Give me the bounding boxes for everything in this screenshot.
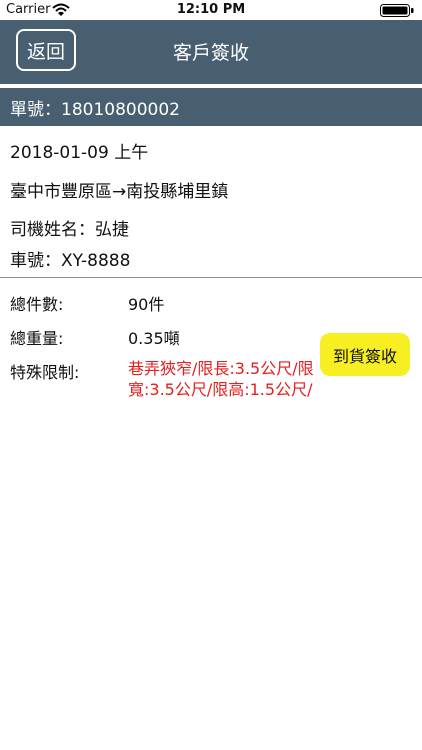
total-weight-value: 0.35噸 xyxy=(128,329,180,348)
status-time: 12:10 PM xyxy=(176,2,246,17)
battery-icon xyxy=(380,4,414,17)
back-button[interactable]: 返回 xyxy=(16,29,76,71)
vehicle-number: 車號：XY-8888 xyxy=(10,251,131,271)
restriction-label: 特殊限制: xyxy=(10,363,80,382)
arrival-sign-button[interactable]: 到貨簽收 xyxy=(320,333,410,376)
status-bar: Carrier 12:10 PM xyxy=(0,0,422,20)
restriction-value: 巷弄狹窄/限長:3.5公尺/限寬:3.5公尺/限高:1.5公尺/ xyxy=(128,359,314,399)
total-weight-label: 總重量: xyxy=(10,329,64,348)
nav-bar: 返回 客戶簽收 xyxy=(0,20,422,84)
order-number: 單號：18010800002 xyxy=(10,99,180,120)
driver-name: 司機姓名：弘捷 xyxy=(10,220,129,240)
order-number-bar: 單號：18010800002 xyxy=(0,88,422,126)
total-items-value: 90件 xyxy=(128,295,165,314)
total-items-label: 總件數: xyxy=(10,295,64,314)
shipment-date: 2018-01-09 上午 xyxy=(10,143,149,163)
shipment-route: 臺中市豐原區→南投縣埔里鎮 xyxy=(10,182,229,202)
divider xyxy=(0,277,422,278)
